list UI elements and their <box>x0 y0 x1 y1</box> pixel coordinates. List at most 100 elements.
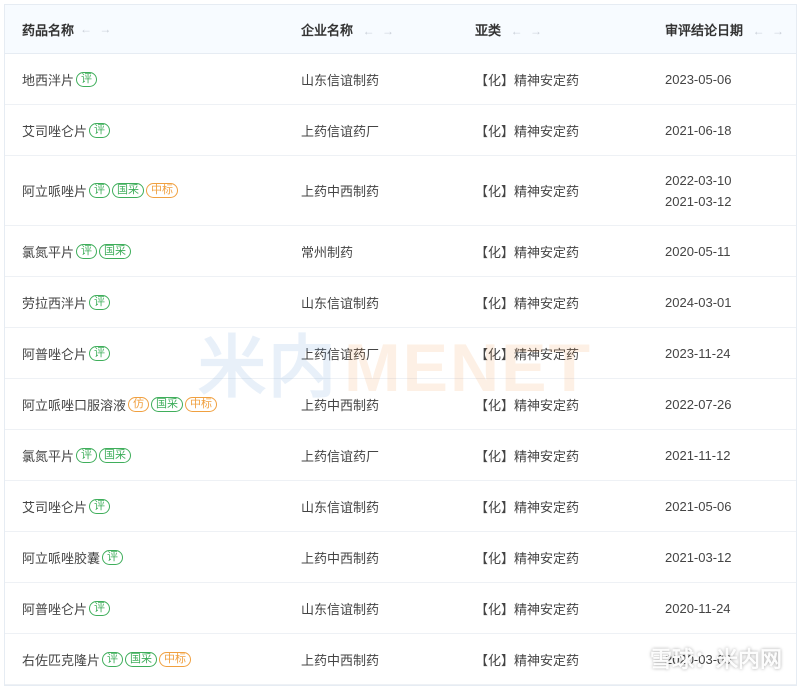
drug-name-cell: 右佐匹克隆片评国采 中标 <box>5 650 283 669</box>
company-cell: 山东信谊制药 <box>301 295 380 311</box>
drug-name-cell: 艾司唑仑片评 <box>5 497 283 516</box>
table-row[interactable]: 阿立哌唑片评国采 中标 上药中西制药 【化】精神安定药 2022-03-10 2021-0… <box>5 156 796 226</box>
drug-name-cell: 阿立哌唑片评国采 中标 <box>5 181 283 200</box>
header-company[interactable]: 企业名称 ← → <box>283 20 457 39</box>
company-cell: 上药信谊药厂 <box>301 346 380 362</box>
status-badge: 评 <box>102 549 124 565</box>
header-category-label: 亚类 <box>475 22 502 38</box>
category-cell: 【化】精神安定药 <box>475 499 580 515</box>
drug-name-cell: 劳拉西泮片评 <box>5 293 283 312</box>
category-cell: 【化】精神安定药 <box>475 123 580 139</box>
header-review-date[interactable]: 审评结论日期 ← → <box>648 20 796 39</box>
review-date-cell: 2021-05-06 <box>648 499 796 514</box>
category-cell: 【化】精神安定药 <box>475 346 580 362</box>
company-cell: 山东信谊制药 <box>301 72 380 88</box>
review-dates: 2020-11-24 <box>665 601 796 616</box>
review-date-cell: 2022-07-26 <box>648 397 796 412</box>
review-date: 2021-05-06 <box>665 498 732 514</box>
table-row[interactable]: 氯氮平片评国采 常州制药 【化】精神安定药 2020-05-11 <box>5 226 796 277</box>
table-row[interactable]: 阿立哌唑胶囊评 上药中西制药 【化】精神安定药 2021-03-12 <box>5 532 796 583</box>
status-badge: 仿 <box>128 396 150 412</box>
review-date-cell: 2020-05-11 <box>648 244 796 259</box>
review-date: 2021-03-12 <box>665 549 732 565</box>
drug-name[interactable]: 艾司唑仑片 <box>22 497 87 516</box>
company-cell: 山东信谊制药 <box>301 499 380 515</box>
status-badge: 国采 <box>99 447 132 463</box>
review-date: 2021-11-12 <box>665 447 731 463</box>
drug-name-cell: 地西泮片评 <box>5 70 283 89</box>
drug-name-cell: 阿普唑仑片评 <box>5 599 283 618</box>
review-date: 2021-06-18 <box>665 122 732 138</box>
category-cell: 【化】精神安定药 <box>475 397 580 413</box>
review-date: 2020-03-09 <box>665 651 732 667</box>
table-row[interactable]: 劳拉西泮片评 山东信谊制药 【化】精神安定药 2024-03-01 <box>5 277 796 328</box>
drug-name[interactable]: 阿立哌唑片 <box>22 181 87 200</box>
review-date-cell: 2021-06-18 <box>648 123 796 138</box>
review-date: 2021-03-12 <box>665 193 732 209</box>
review-date: 2024-03-01 <box>665 294 732 310</box>
header-company-label: 企业名称 <box>301 22 354 38</box>
review-dates: 2021-03-12 <box>665 550 796 565</box>
sort-arrows-icon[interactable]: ← → <box>80 22 113 36</box>
category-cell: 【化】精神安定药 <box>475 244 580 260</box>
drug-name[interactable]: 地西泮片 <box>22 70 74 89</box>
review-date: 2023-05-06 <box>665 71 732 87</box>
category-cell: 【化】精神安定药 <box>475 550 580 566</box>
category-cell: 【化】精神安定药 <box>475 652 580 668</box>
header-drug-name[interactable]: 药品名称 ← → <box>5 20 283 39</box>
status-badge: 国采 <box>112 183 145 198</box>
review-dates: 2021-06-18 <box>665 123 796 138</box>
review-dates: 2022-03-10 2021-03-12 <box>665 173 796 209</box>
review-dates: 2023-05-06 <box>665 72 796 87</box>
review-date-cell: 2020-11-24 <box>648 601 796 616</box>
status-badge: 评 <box>89 122 111 138</box>
drug-name[interactable]: 氯氮平片 <box>22 242 74 261</box>
review-dates: 2023-11-24 <box>665 346 796 361</box>
review-dates: 2020-03-09 <box>665 652 796 667</box>
sort-arrows-icon[interactable]: ← → <box>363 24 396 38</box>
drug-name[interactable]: 阿普唑仑片 <box>22 599 87 618</box>
drug-name[interactable]: 阿立哌唑胶囊 <box>22 548 100 567</box>
drug-name[interactable]: 阿立哌唑口服溶液 <box>22 395 126 414</box>
header-review-date-label: 审评结论日期 <box>665 22 744 38</box>
status-badge: 评 <box>89 345 111 361</box>
drug-name-cell: 阿普唑仑片评 <box>5 344 283 363</box>
company-cell: 上药中西制药 <box>301 184 380 199</box>
drug-name[interactable]: 右佐匹克隆片 <box>22 650 100 669</box>
drug-name[interactable]: 艾司唑仑片 <box>22 121 87 140</box>
drug-name[interactable]: 劳拉西泮片 <box>22 293 87 312</box>
review-date-cell: 2024-03-01 <box>648 295 796 310</box>
table-row[interactable]: 阿普唑仑片评 山东信谊制药 【化】精神安定药 2020-11-24 <box>5 583 796 634</box>
header-category[interactable]: 亚类 ← → <box>457 20 648 39</box>
sort-arrows-icon[interactable]: ← → <box>753 24 786 38</box>
status-badge: 评 <box>76 243 98 259</box>
table-row[interactable]: 地西泮片评 山东信谊制药 【化】精神安定药 2023-05-06 <box>5 54 796 105</box>
drug-name[interactable]: 氯氮平片 <box>22 446 74 465</box>
table-row[interactable]: 阿普唑仑片评 上药信谊药厂 【化】精神安定药 2023-11-24 <box>5 328 796 379</box>
review-date-cell: 2023-11-24 <box>648 346 796 361</box>
table-row[interactable]: 艾司唑仑片评 上药信谊药厂 【化】精神安定药 2021-06-18 <box>5 105 796 156</box>
status-badge: 中标 <box>159 651 192 667</box>
review-date-cell: 2023-05-06 <box>648 72 796 87</box>
table-header: 药品名称 ← → 企业名称 ← → 亚类 ← → 审评结论日期 ← → <box>5 5 796 54</box>
review-date: 2022-03-10 <box>665 172 732 188</box>
table-row[interactable]: 阿立哌唑口服溶液仿国采 中标 上药中西制药 【化】精神安定药 2022-07-26 <box>5 379 796 430</box>
review-date-cell: 2021-03-12 <box>648 550 796 565</box>
drug-name-cell: 艾司唑仑片评 <box>5 121 283 140</box>
table-row[interactable]: 右佐匹克隆片评国采 中标 上药中西制药 【化】精神安定药 2020-03-09 <box>5 634 796 685</box>
category-cell: 【化】精神安定药 <box>475 448 580 464</box>
drug-name[interactable]: 阿普唑仑片 <box>22 344 87 363</box>
status-badge: 评 <box>89 183 111 198</box>
review-dates: 2024-03-01 <box>665 295 796 310</box>
review-dates: 2020-05-11 <box>665 244 796 259</box>
table-row[interactable]: 艾司唑仑片评 山东信谊制药 【化】精神安定药 2021-05-06 <box>5 481 796 532</box>
table-body: 地西泮片评山东信谊制药 【化】精神安定药 2023-05-06 艾司唑仑片评上药信谊药… <box>5 54 796 685</box>
category-cell: 【化】精神安定药 <box>475 72 580 88</box>
sort-arrows-icon[interactable]: ← → <box>511 24 544 38</box>
status-badge: 国采 <box>125 651 158 667</box>
table-row[interactable]: 氯氮平片评国采 上药信谊药厂 【化】精神安定药 2021-11-12 <box>5 430 796 481</box>
company-cell: 常州制药 <box>301 244 354 260</box>
drug-name-cell: 氯氮平片评国采 <box>5 446 283 465</box>
drug-name-cell: 氯氮平片评国采 <box>5 242 283 261</box>
status-badge: 评 <box>102 651 124 667</box>
